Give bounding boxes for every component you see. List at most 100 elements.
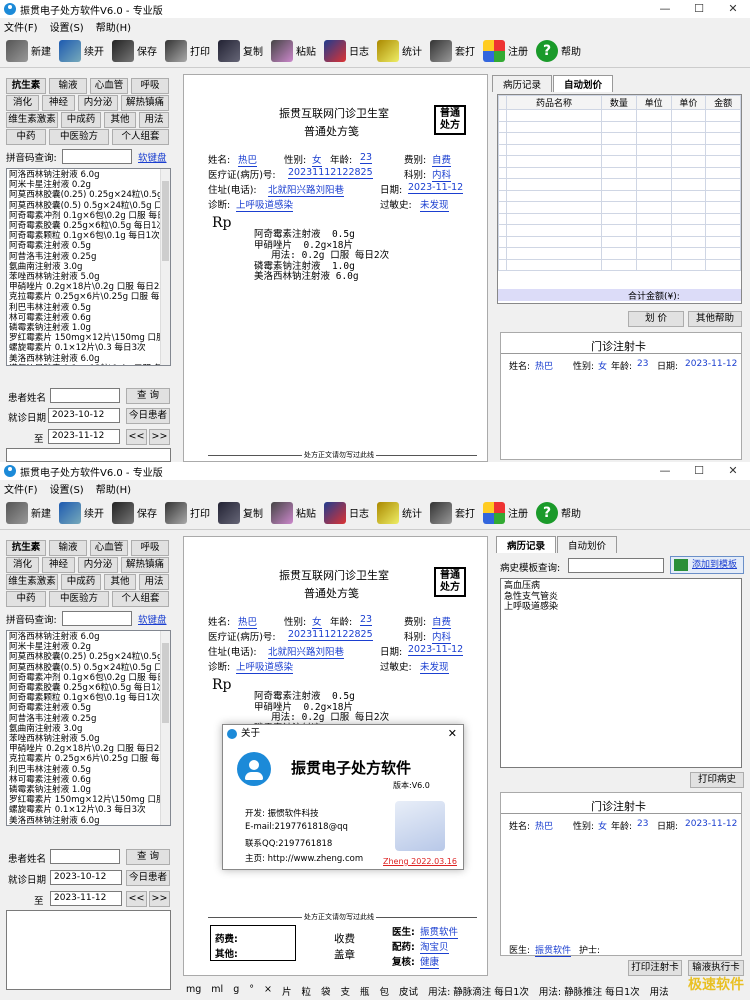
- statusbar-item[interactable]: 粒: [301, 984, 311, 998]
- prev-button[interactable]: <<: [126, 891, 147, 907]
- diagnosis[interactable]: 上呼吸道感染: [236, 197, 294, 212]
- category-tcm-recipe[interactable]: 中医验方: [49, 591, 109, 607]
- doctor[interactable]: 振贯软件: [420, 924, 459, 939]
- statistics-button[interactable]: 统计: [377, 501, 422, 524]
- statusbar-item[interactable]: g: [233, 984, 239, 998]
- category-endocrine[interactable]: 内分泌: [78, 557, 118, 573]
- category-usage[interactable]: 用法: [139, 112, 169, 128]
- menu-file[interactable]: 文件(F): [4, 19, 38, 34]
- drug-list-item[interactable]: 阿奇霉素胶囊 0.25g×6粒\0.5g 每日1次: [9, 683, 168, 693]
- category-personal-set[interactable]: 个人组套: [112, 129, 169, 145]
- category-neuro[interactable]: 神经: [42, 95, 75, 111]
- drug-list-item[interactable]: 阿奇霉素注射液 0.5g: [9, 703, 168, 713]
- prescription-item[interactable]: 用法: 0.2g 口服 每日2次: [254, 712, 389, 724]
- statusbar-item[interactable]: °: [249, 984, 254, 998]
- statusbar-item[interactable]: 支: [341, 984, 351, 998]
- print-button[interactable]: 打印: [165, 39, 210, 62]
- table-row[interactable]: [498, 247, 741, 260]
- fee-type[interactable]: 自费: [432, 614, 452, 629]
- drug-list-item[interactable]: 阿洛西林钠注射液 6.0g: [9, 632, 168, 642]
- category-respiratory[interactable]: 呼吸: [131, 540, 169, 556]
- pinyin-input[interactable]: [62, 149, 132, 164]
- date-from-input[interactable]: 2023-10-12: [48, 408, 120, 423]
- patient-name[interactable]: 热巴: [238, 152, 258, 167]
- date-from-input[interactable]: 2023-10-12: [50, 870, 122, 885]
- drug-list-item[interactable]: 利巴韦林注射液 0.5g: [9, 765, 168, 775]
- drug-list-item[interactable]: 氨曲南注射液 3.0g: [9, 262, 168, 272]
- fee-type[interactable]: 自费: [432, 152, 452, 167]
- menu-help[interactable]: 帮助(H): [96, 19, 131, 34]
- tab-history[interactable]: 病历记录: [496, 536, 557, 553]
- table-row[interactable]: [498, 258, 741, 271]
- dispenser[interactable]: 淘宝贝: [420, 939, 449, 954]
- drug-list-item[interactable]: 林可霉素注射液 0.6g: [9, 775, 168, 785]
- copy-button[interactable]: 复制: [218, 501, 263, 524]
- category-vitamins[interactable]: 维生素激素: [6, 112, 58, 128]
- drug-list-item[interactable]: 苯唑西林钠注射液 5.0g: [9, 734, 168, 744]
- patient-age[interactable]: 23: [360, 614, 373, 626]
- table-row[interactable]: [498, 178, 741, 191]
- prescription-items[interactable]: 阿奇霉素注射液 0.5g 甲硝唑片 0.2g×18片 用法: 0.2g 口服 每日…: [254, 229, 389, 283]
- drug-list-item[interactable]: 阿莫西林胶囊(0.25) 0.25g×24粒\0.5g 口: [9, 190, 170, 200]
- allergy[interactable]: 未发现: [420, 659, 449, 674]
- drug-list-item[interactable]: 阿奇霉素冲剂 0.1g×6包\0.2g 口服 每日: [9, 673, 168, 683]
- category-infusion[interactable]: 输液: [49, 78, 87, 94]
- statusbar-item[interactable]: 片: [282, 984, 292, 998]
- prescription-date[interactable]: 2023-11-12: [408, 644, 464, 656]
- paste-button[interactable]: 粘贴: [271, 501, 316, 524]
- patient-gender[interactable]: 女: [312, 152, 322, 167]
- table-row[interactable]: [498, 224, 741, 237]
- table-row[interactable]: [498, 201, 741, 214]
- prescription-item[interactable]: 阿奇霉素注射液 0.5g: [254, 691, 389, 703]
- prescription-item[interactable]: 用法: 0.2g 口服 每日2次: [254, 250, 389, 262]
- history-query-input[interactable]: [568, 558, 664, 573]
- table-row[interactable]: [498, 120, 741, 133]
- drug-list-item[interactable]: 阿莫西林胶囊(0.5) 0.5g×24粒\0.5g 口服: [9, 201, 170, 211]
- statusbar-item[interactable]: 用法: 静脉推注 每日1次: [539, 984, 640, 998]
- print-history-button[interactable]: 打印病史: [690, 772, 744, 788]
- category-cardio[interactable]: 心血管: [90, 540, 128, 556]
- record-number[interactable]: 20231112122825: [288, 167, 373, 179]
- drug-list-item[interactable]: 磷霉素钠注射液 1.0g: [9, 323, 168, 333]
- table-row[interactable]: [498, 212, 741, 225]
- maximize-button[interactable]: ☐: [682, 0, 716, 18]
- category-chinese-medicine[interactable]: 中药: [6, 591, 46, 607]
- category-cardio[interactable]: 心血管: [90, 78, 128, 94]
- soft-keyboard-link[interactable]: 软键盘: [138, 150, 167, 164]
- drug-list-item[interactable]: 甲硝唑片 0.2g×18片\0.2g 口服 每日2次: [9, 744, 168, 754]
- table-row[interactable]: [498, 166, 741, 179]
- template-print-button[interactable]: 套打: [430, 501, 475, 524]
- statusbar-item[interactable]: 袋: [321, 984, 331, 998]
- today-patients-button[interactable]: 今日患者: [126, 408, 170, 424]
- table-row[interactable]: [498, 143, 741, 156]
- maximize-button-2[interactable]: ☐: [682, 462, 716, 480]
- table-row[interactable]: [498, 155, 741, 168]
- prescription-item[interactable]: 美洛西林钠注射液 6.0g: [254, 271, 389, 283]
- category-respiratory[interactable]: 呼吸: [131, 78, 169, 94]
- statistics-button[interactable]: 统计: [377, 39, 422, 62]
- drug-list-item[interactable]: 阿奇霉素颗粒 0.1g×6包\0.1g 每日1次: [9, 231, 168, 241]
- drug-list-item[interactable]: 美洛西林钠注射液 6.0g: [9, 816, 168, 825]
- drug-list[interactable]: 阿洛西林钠注射液 6.0g 阿米卡星注射液 0.2g 阿莫西林胶囊(0.25) 0.…: [6, 630, 171, 826]
- category-tcm-recipe[interactable]: 中医验方: [49, 129, 109, 145]
- log-button[interactable]: 日志: [324, 501, 369, 524]
- patient-age[interactable]: 23: [360, 152, 373, 164]
- template-print-button[interactable]: 套打: [430, 39, 475, 62]
- prev-button[interactable]: <<: [126, 429, 147, 445]
- category-chinese-medicine[interactable]: 中药: [6, 129, 46, 145]
- drug-list-item[interactable]: 螺旋霉素片 0.1×12片\0.3 每日3次: [9, 343, 168, 353]
- continue-button[interactable]: 续开: [59, 39, 104, 62]
- category-endocrine[interactable]: 内分泌: [78, 95, 118, 111]
- table-row[interactable]: [498, 189, 741, 202]
- drug-list-item[interactable]: 林可霉素注射液 0.6g: [9, 313, 168, 323]
- category-infusion[interactable]: 输液: [49, 540, 87, 556]
- new-button[interactable]: 新建: [6, 39, 51, 62]
- allergy[interactable]: 未发现: [420, 197, 449, 212]
- menu-help[interactable]: 帮助(H): [96, 481, 131, 496]
- drug-list-item[interactable]: 阿奇霉素冲剂 0.1g×6包\0.2g 口服 每日: [9, 211, 168, 221]
- address[interactable]: 北就阳兴路刘阳巷: [268, 644, 345, 659]
- continue-button[interactable]: 续开: [59, 501, 104, 524]
- close-button[interactable]: ✕: [716, 0, 750, 18]
- category-vitamins[interactable]: 维生素激素: [6, 574, 58, 590]
- category-neuro[interactable]: 神经: [42, 557, 75, 573]
